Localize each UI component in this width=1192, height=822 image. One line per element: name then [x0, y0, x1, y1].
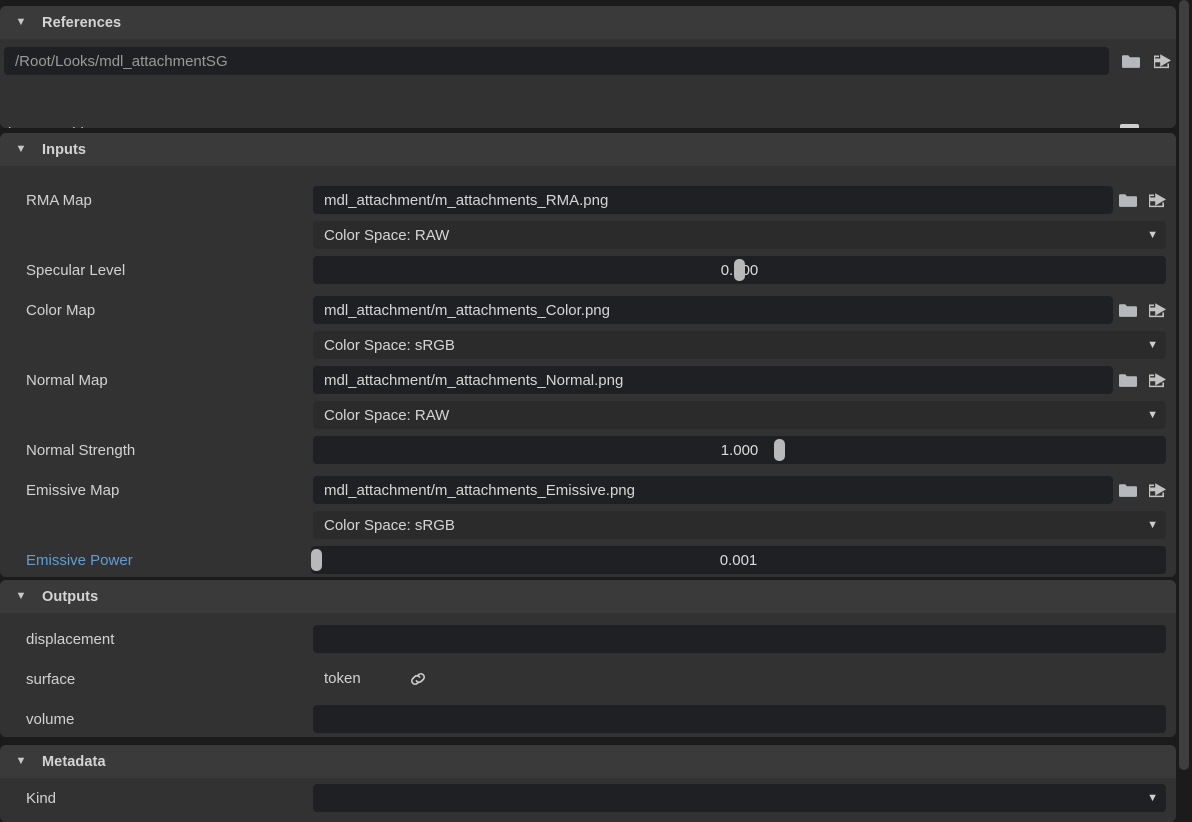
- rma-map-input[interactable]: mdl_attachment/m_attachments_RMA.png: [313, 186, 1113, 214]
- emissive-power-slider[interactable]: 0.001: [311, 546, 1166, 574]
- folder-icon[interactable]: [1115, 367, 1141, 393]
- section-header-references[interactable]: ▼ References: [0, 6, 1176, 39]
- emissive-power-slider-handle[interactable]: [311, 549, 322, 571]
- external-link-icon[interactable]: [1145, 297, 1171, 323]
- color-colorspace-dropdown[interactable]: Color Space: sRGB ▼: [313, 331, 1166, 359]
- emissive-power-label: Emissive Power: [26, 551, 133, 569]
- section-header-inputs[interactable]: ▼ Inputs: [0, 133, 1176, 166]
- displacement-input[interactable]: [313, 625, 1166, 653]
- volume-input[interactable]: [313, 705, 1166, 733]
- normal-strength-label: Normal Strength: [26, 441, 136, 459]
- row-reference-path: /Root/Looks/mdl_attachmentSG: [0, 43, 1176, 79]
- vertical-scrollbar-track[interactable]: [1176, 0, 1192, 822]
- displacement-label: displacement: [26, 630, 115, 648]
- folder-icon[interactable]: [1115, 187, 1141, 213]
- specular-level-slider[interactable]: 0.500: [313, 256, 1166, 284]
- normal-strength-value: 1.000: [720, 441, 759, 459]
- color-map-label: Color Map: [26, 301, 96, 319]
- normal-colorspace-dropdown[interactable]: Color Space: RAW ▼: [313, 401, 1166, 429]
- external-link-icon[interactable]: [1145, 367, 1171, 393]
- emissive-map-input[interactable]: mdl_attachment/m_attachments_Emissive.pn…: [313, 476, 1113, 504]
- emissive-colorspace-value: Color Space: sRGB: [324, 516, 455, 534]
- color-map-input[interactable]: mdl_attachment/m_attachments_Color.png: [313, 296, 1113, 324]
- specular-level-label: Specular Level: [26, 261, 126, 279]
- chevron-down-icon[interactable]: ▼: [10, 591, 32, 602]
- section-body-inputs: RMA Map mdl_attachment/m_attachments_RMA…: [0, 166, 1176, 577]
- folder-icon[interactable]: [1115, 297, 1141, 323]
- normal-strength-slider-handle[interactable]: [774, 439, 786, 461]
- section-body-metadata: Kind ▼: [0, 778, 1176, 822]
- instanceable-label: instanceable: [8, 113, 92, 129]
- section-title-outputs: Outputs: [42, 588, 99, 605]
- instanceable-checkbox[interactable]: [1120, 124, 1139, 128]
- kind-dropdown[interactable]: ▼: [313, 784, 1166, 812]
- chevron-down-icon: ▼: [1147, 228, 1158, 241]
- chevron-down-icon[interactable]: ▼: [10, 17, 32, 28]
- normal-colorspace-value: Color Space: RAW: [324, 406, 450, 424]
- section-body-references: /Root/Looks/mdl_attachmentSG instanceabl…: [0, 39, 1176, 128]
- section-outputs: ▼ Outputs displacement surface token vol…: [0, 580, 1176, 737]
- section-header-outputs[interactable]: ▼ Outputs: [0, 580, 1176, 613]
- folder-icon[interactable]: [1115, 477, 1141, 503]
- property-panel: ▼ References /Root/Looks/mdl_attachmentS…: [0, 0, 1192, 822]
- color-colorspace-value: Color Space: sRGB: [324, 336, 455, 354]
- section-title-inputs: Inputs: [42, 141, 87, 158]
- surface-label: surface: [26, 670, 76, 688]
- specular-level-slider-handle[interactable]: [734, 259, 745, 281]
- chevron-down-icon[interactable]: ▼: [10, 756, 32, 767]
- external-link-icon[interactable]: [1150, 48, 1176, 74]
- normal-map-label: Normal Map: [26, 371, 108, 389]
- emissive-colorspace-dropdown[interactable]: Color Space: sRGB ▼: [313, 511, 1166, 539]
- reference-path-input[interactable]: /Root/Looks/mdl_attachmentSG: [4, 47, 1109, 75]
- vertical-scrollbar-thumb[interactable]: [1179, 0, 1189, 770]
- rma-colorspace-value: Color Space: RAW: [324, 226, 450, 244]
- emissive-map-label: Emissive Map: [26, 481, 120, 499]
- normal-strength-slider[interactable]: 1.000: [313, 436, 1166, 464]
- volume-label: volume: [26, 710, 75, 728]
- external-link-icon[interactable]: [1145, 477, 1171, 503]
- folder-icon[interactable]: [1118, 48, 1144, 74]
- normal-map-input[interactable]: mdl_attachment/m_attachments_Normal.png: [313, 366, 1113, 394]
- emissive-power-value: 0.001: [719, 551, 758, 569]
- chevron-down-icon: ▼: [1147, 408, 1158, 421]
- chevron-down-icon: ▼: [1147, 518, 1158, 531]
- chevron-down-icon: ▼: [1147, 791, 1158, 804]
- kind-label: Kind: [26, 789, 57, 807]
- surface-value: token: [324, 670, 361, 687]
- section-references: ▼ References /Root/Looks/mdl_attachmentS…: [0, 6, 1176, 128]
- row-instanceable: instanceable: [0, 113, 1176, 128]
- chevron-down-icon: ▼: [1147, 338, 1158, 351]
- section-title-references: References: [42, 14, 122, 31]
- link-icon[interactable]: [405, 666, 431, 692]
- external-link-icon[interactable]: [1145, 187, 1171, 213]
- rma-colorspace-dropdown[interactable]: Color Space: RAW ▼: [313, 221, 1166, 249]
- section-header-metadata[interactable]: ▼ Metadata: [0, 745, 1176, 778]
- rma-map-label: RMA Map: [26, 191, 92, 209]
- section-body-outputs: displacement surface token volume: [0, 613, 1176, 737]
- section-title-metadata: Metadata: [42, 753, 106, 770]
- chevron-down-icon[interactable]: ▼: [10, 144, 32, 155]
- section-inputs: ▼ Inputs RMA Map mdl_attachment/m_attach…: [0, 133, 1176, 577]
- section-metadata: ▼ Metadata Kind ▼: [0, 745, 1176, 822]
